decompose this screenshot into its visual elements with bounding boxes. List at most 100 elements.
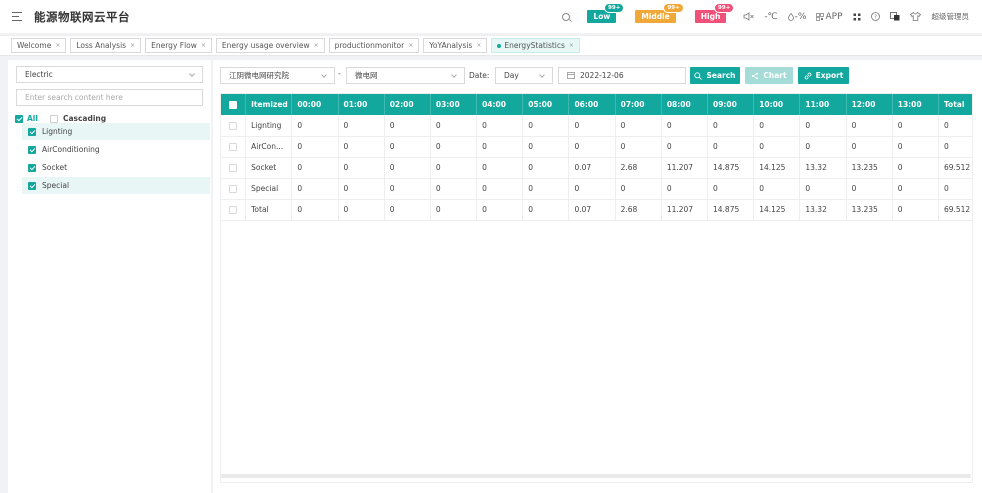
tab-yoyanalysis[interactable]: YoYAnalysis ×: [423, 38, 488, 53]
select-all-checkbox[interactable]: [229, 101, 238, 109]
value-cell: 14.875: [707, 199, 755, 221]
row-label-cell: Lignting: [245, 115, 293, 137]
row-label-cell: AirCon...: [245, 136, 293, 158]
humidity-readout: -%: [794, 11, 807, 22]
alarm-high[interactable]: High 99+: [694, 3, 735, 23]
tab-label: Energy Flow: [151, 41, 197, 50]
close-icon[interactable]: ×: [55, 42, 60, 49]
chart-button[interactable]: Chart: [745, 67, 793, 84]
value-cell: 0: [291, 157, 339, 179]
fullscreen-icon[interactable]: [853, 13, 861, 21]
alarm-low[interactable]: Low 99+: [587, 3, 625, 23]
cascading-checkbox[interactable]: [49, 114, 58, 123]
menu-toggle-icon[interactable]: [12, 12, 22, 21]
period-select[interactable]: Day: [495, 67, 553, 84]
value-cell: 0: [615, 178, 662, 200]
app-link[interactable]: APP: [825, 12, 842, 22]
value-cell: 0: [707, 136, 755, 158]
tree-item-special[interactable]: Special: [22, 177, 210, 194]
value-cell: 0: [707, 178, 755, 200]
language-icon[interactable]: [889, 12, 900, 21]
top-header: 能源物联网云平台 Low 99+ Middle 99+ High 99+ -℃ …: [0, 0, 982, 33]
value-cell: 13.32: [799, 157, 847, 179]
tree-item-checkbox[interactable]: [28, 145, 36, 154]
search-button-label: Search: [706, 71, 736, 80]
close-icon[interactable]: ×: [569, 42, 574, 49]
close-icon[interactable]: ×: [314, 42, 319, 49]
column-header: Total: [938, 94, 972, 115]
value-cell: 0: [384, 115, 431, 137]
table-row: AirCon... 0 0 0 0 0 0 0 0 0 0 0 0 0 0 0: [221, 136, 972, 158]
horizontal-scrollbar[interactable]: [221, 474, 971, 478]
search-icon[interactable]: [562, 12, 571, 21]
tab-welcome[interactable]: Welcome ×: [11, 38, 67, 53]
chevron-down-icon: [451, 72, 457, 78]
value-cell: 0: [892, 199, 939, 221]
help-icon[interactable]: ?: [870, 12, 880, 21]
search-button[interactable]: Search: [690, 67, 740, 84]
select-all-checkbox-cell[interactable]: [221, 94, 247, 115]
table-row: Total 0 0 0 0 0 0 0.07 2.68 11.207 14.875 14.125 13.…: [221, 199, 972, 221]
tab-loss-analysis[interactable]: Loss Analysis ×: [70, 38, 142, 53]
row-checkbox[interactable]: [229, 121, 238, 130]
tab-energy-flow[interactable]: Energy Flow ×: [145, 38, 212, 53]
alarm-middle-label: Middle: [641, 12, 670, 21]
value-cell: 0: [338, 136, 385, 158]
theme-shirt-icon[interactable]: [909, 12, 921, 21]
value-cell: 0: [846, 115, 893, 137]
column-header: 13:00: [892, 94, 939, 115]
tree-item-checkbox[interactable]: [28, 127, 36, 136]
row-checkbox[interactable]: [229, 143, 238, 151]
value-cell: 0: [892, 178, 939, 200]
network-select[interactable]: 微电网: [346, 67, 465, 84]
value-cell: 0: [522, 178, 570, 200]
value-cell: 0: [338, 157, 385, 179]
row-checkbox-cell[interactable]: [221, 178, 247, 200]
value-cell: 0: [615, 115, 662, 137]
tree-item-lignting[interactable]: Lignting: [22, 123, 210, 140]
column-header: 00:00: [291, 94, 339, 115]
tree-item-checkbox[interactable]: [28, 181, 36, 190]
row-checkbox[interactable]: [229, 185, 238, 193]
calendar-icon: [567, 72, 575, 79]
value-cell: 0: [568, 136, 616, 158]
alarm-middle-badge: 99+: [663, 3, 684, 13]
speaker-mute-icon[interactable]: [743, 12, 755, 21]
column-header: 06:00: [568, 94, 616, 115]
date-picker[interactable]: 2022-12-06: [558, 67, 686, 84]
close-icon[interactable]: ×: [476, 42, 481, 49]
site-select[interactable]: 江阴微电网研究院: [220, 67, 335, 84]
value-cell: 0: [430, 157, 478, 179]
column-header: 12:00: [846, 94, 893, 115]
statistics-table: Itemized 00:00 01:00 02:00 03:00 04:00 05:00 06…: [220, 93, 973, 483]
tab-label: Welcome: [17, 41, 52, 50]
tab-productionmonitor[interactable]: productionmonitor ×: [328, 38, 420, 53]
close-icon[interactable]: ×: [130, 42, 135, 49]
tab-energystatistics[interactable]: EnergyStatistics ×: [491, 38, 580, 53]
row-checkbox-cell[interactable]: [221, 115, 247, 137]
close-icon[interactable]: ×: [201, 42, 206, 49]
row-checkbox[interactable]: [229, 164, 238, 172]
row-checkbox[interactable]: [229, 206, 238, 214]
value-cell: 0: [846, 178, 893, 200]
export-button[interactable]: Export: [798, 67, 849, 84]
row-checkbox-cell[interactable]: [221, 199, 247, 221]
tab-energy-usage-overview[interactable]: Energy usage overview ×: [215, 38, 325, 53]
qr-code-icon[interactable]: [816, 12, 825, 21]
value-cell: 14.125: [753, 157, 801, 179]
value-cell: 0: [338, 199, 385, 221]
row-checkbox-cell[interactable]: [221, 157, 247, 179]
value-cell: 0: [384, 157, 431, 179]
user-name[interactable]: 超级管理员: [932, 11, 970, 22]
all-checkbox[interactable]: [15, 114, 23, 123]
tree-search-input[interactable]: [16, 89, 203, 106]
tree-item-socket[interactable]: Socket: [22, 159, 210, 176]
row-checkbox-cell[interactable]: [221, 136, 247, 158]
energy-type-select[interactable]: Electric: [16, 66, 203, 83]
value-cell: 0: [430, 178, 478, 200]
value-cell: 0: [291, 115, 339, 137]
tree-item-airconditioning[interactable]: AirConditioning: [22, 141, 210, 158]
close-icon[interactable]: ×: [408, 42, 413, 49]
alarm-middle[interactable]: Middle 99+: [635, 3, 684, 23]
tree-item-checkbox[interactable]: [28, 163, 36, 172]
